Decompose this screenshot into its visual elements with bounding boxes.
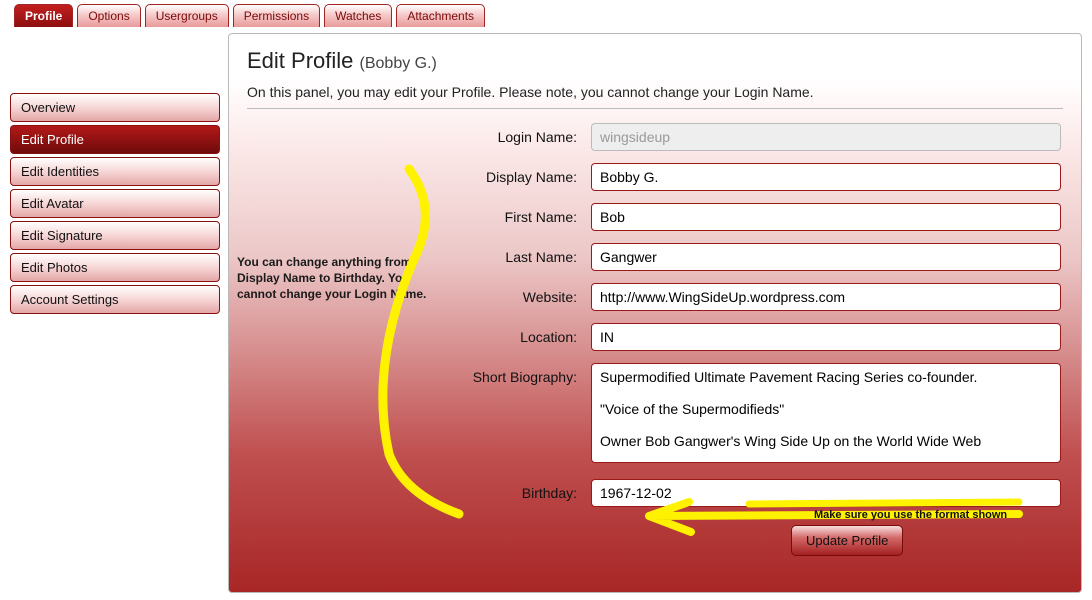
last-name-label: Last Name: — [447, 243, 577, 265]
first-name-label: First Name: — [447, 203, 577, 225]
sidebar-item-edit-identities[interactable]: Edit Identities — [10, 157, 220, 186]
top-tab-watches[interactable]: Watches — [324, 4, 392, 27]
update-profile-button[interactable]: Update Profile — [791, 525, 903, 556]
sidebar-item-edit-photos[interactable]: Edit Photos — [10, 253, 220, 282]
display-name-label: Display Name: — [447, 163, 577, 185]
website-input[interactable] — [591, 283, 1061, 311]
sidebar-item-edit-signature[interactable]: Edit Signature — [10, 221, 220, 250]
display-name-input[interactable] — [591, 163, 1061, 191]
content-panel: Edit Profile (Bobby G.) On this panel, y… — [228, 33, 1082, 593]
location-input[interactable] — [591, 323, 1061, 351]
page-instructions: On this panel, you may edit your Profile… — [247, 84, 1063, 109]
page-title: Edit Profile (Bobby G.) — [247, 48, 1063, 74]
top-tab-attachments[interactable]: Attachments — [396, 4, 485, 27]
birthday-input[interactable] — [591, 479, 1061, 507]
annotation-left-note: You can change anything from Display Nam… — [229, 254, 439, 303]
top-tab-profile[interactable]: Profile — [14, 4, 73, 27]
profile-form: Login Name: Display Name: First Name: La… — [447, 123, 1063, 556]
bio-label: Short Biography: — [447, 363, 577, 385]
last-name-input[interactable] — [591, 243, 1061, 271]
website-label: Website: — [447, 283, 577, 305]
sidebar-item-account-settings[interactable]: Account Settings — [10, 285, 220, 314]
top-tab-bar: Profile Options Usergroups Permissions W… — [0, 0, 1092, 27]
sidebar: Overview Edit Profile Edit Identities Ed… — [10, 33, 220, 593]
bio-textarea[interactable] — [591, 363, 1061, 463]
birthday-label: Birthday: — [447, 479, 577, 501]
top-tab-options[interactable]: Options — [77, 4, 140, 27]
first-name-input[interactable] — [591, 203, 1061, 231]
location-label: Location: — [447, 323, 577, 345]
login-name-input — [591, 123, 1061, 151]
sidebar-item-edit-avatar[interactable]: Edit Avatar — [10, 189, 220, 218]
sidebar-item-edit-profile[interactable]: Edit Profile — [10, 125, 220, 154]
sidebar-item-overview[interactable]: Overview — [10, 93, 220, 122]
top-tab-usergroups[interactable]: Usergroups — [145, 4, 229, 27]
page-title-main: Edit Profile — [247, 48, 353, 73]
login-name-label: Login Name: — [447, 123, 577, 145]
top-tab-permissions[interactable]: Permissions — [233, 4, 320, 27]
page-title-sub: (Bobby G.) — [360, 55, 437, 72]
